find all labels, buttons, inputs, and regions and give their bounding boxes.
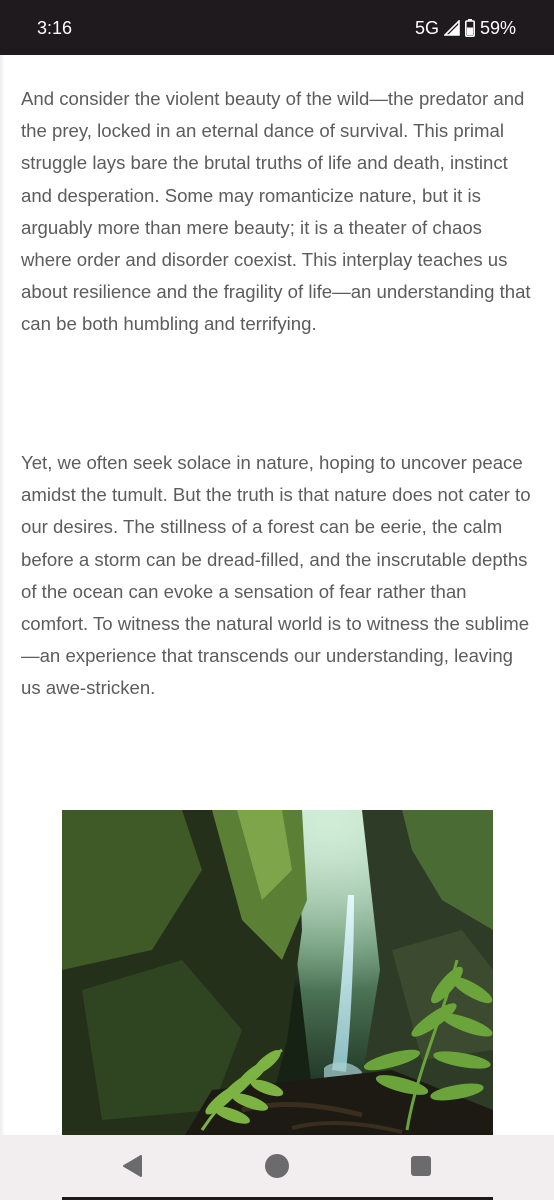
status-bar: 3:16 5G 59%: [0, 0, 554, 55]
back-button[interactable]: [117, 1153, 147, 1183]
back-icon: [121, 1154, 143, 1183]
forest-waterfall-image[interactable]: [62, 810, 493, 1135]
article-paragraph: Yet, we often seek solace in nature, hop…: [21, 452, 531, 699]
navigation-bar: [0, 1135, 554, 1200]
signal-icon: [443, 20, 460, 36]
network-type: 5G: [414, 17, 439, 38]
home-icon: [264, 1153, 290, 1184]
home-button[interactable]: [262, 1153, 292, 1183]
status-time: 3:16: [37, 18, 73, 38]
recents-icon: [410, 1155, 432, 1182]
battery-icon: [464, 19, 475, 37]
battery-percent: 59%: [479, 17, 516, 38]
page-edge: [0, 55, 5, 1135]
article-paragraph: And consider the violent beauty of the w…: [21, 88, 531, 335]
article-content[interactable]: And consider the violent beauty of the w…: [0, 55, 554, 1135]
recents-button[interactable]: [406, 1153, 436, 1183]
status-indicators: 5G 59%: [415, 17, 516, 39]
